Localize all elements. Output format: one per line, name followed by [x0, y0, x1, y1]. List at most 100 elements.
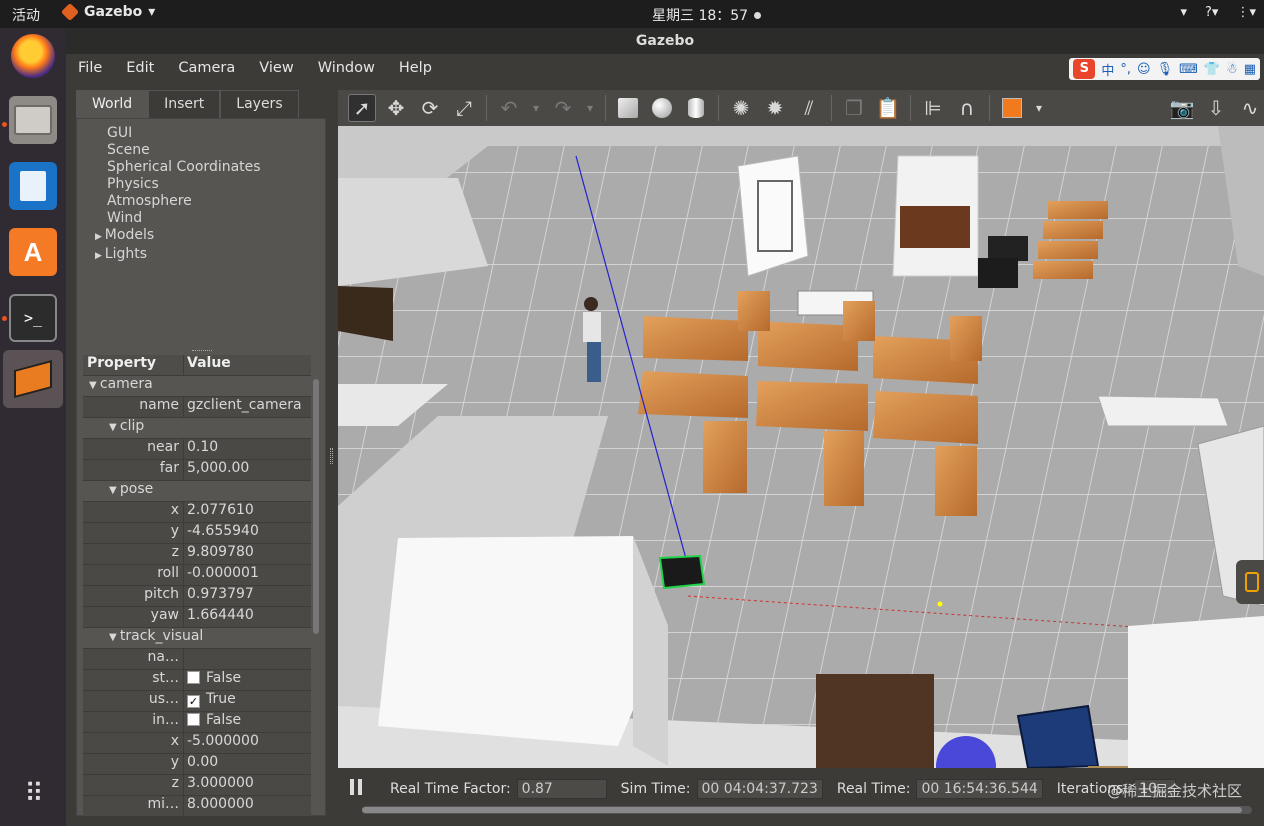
prop-value[interactable]: 2.077610 [183, 502, 311, 522]
sphere-icon[interactable] [648, 94, 676, 122]
chevron-down-icon[interactable]: ▾ [529, 94, 543, 122]
accessibility-icon[interactable]: ?▾ [1205, 5, 1218, 20]
tree-item-gui[interactable]: GUI [95, 125, 261, 142]
group-camera[interactable]: camera [83, 376, 311, 397]
cylinder-icon[interactable] [682, 94, 710, 122]
prop-value[interactable]: 0.00 [183, 754, 311, 774]
group-pose[interactable]: pose [83, 481, 311, 502]
pause-button[interactable] [346, 779, 366, 799]
undo-icon[interactable]: ↶ [495, 94, 523, 122]
user-icon[interactable]: ☃ [1226, 62, 1238, 77]
rotate-mode-icon[interactable]: ⟳ [416, 94, 444, 122]
checkbox-checked[interactable]: ✓ [187, 695, 200, 708]
menu-file[interactable]: File [66, 54, 114, 84]
clock[interactable]: 星期三 18：57 [652, 5, 762, 25]
paste-icon[interactable]: 📋 [874, 94, 902, 122]
chevron-down-icon[interactable]: ▾ [1032, 94, 1046, 122]
checkbox[interactable] [187, 713, 200, 726]
prop-value[interactable]: 8.000000 [183, 796, 311, 816]
prop-label: z [83, 544, 183, 564]
tree-item-models[interactable]: Models [95, 227, 261, 246]
prop-value[interactable]: 1.664440 [183, 607, 311, 627]
copy-icon[interactable]: ❐ [840, 94, 868, 122]
prop-value[interactable]: -0.000001 [183, 565, 311, 585]
grid-icon[interactable]: ▦ [1244, 62, 1256, 77]
prop-value-checkbox[interactable]: False [183, 712, 311, 732]
tab-insert[interactable]: Insert [148, 90, 221, 118]
panel-splitter[interactable] [330, 448, 333, 464]
prop-value-checkbox[interactable]: ✓ True [183, 691, 311, 711]
property-scrollbar[interactable] [313, 379, 319, 634]
files-icon[interactable] [9, 96, 57, 144]
prop-value[interactable]: 0.10 [183, 439, 311, 459]
prop-value[interactable]: 9.809780 [183, 544, 311, 564]
select-mode-icon[interactable]: ➚ [348, 94, 376, 122]
splitter-handle[interactable] [192, 350, 212, 352]
show-apps-icon[interactable]: ⠿ [9, 770, 57, 818]
mic-icon[interactable]: 🎙 [1157, 62, 1174, 77]
prop-value[interactable] [183, 649, 311, 669]
prop-value-checkbox[interactable]: False [183, 670, 311, 690]
prop-value[interactable]: 0.973797 [183, 586, 311, 606]
ime-toolbar[interactable]: S 中 °, ☺ 🎙 ⌨ 👕 ☃ ▦ [1069, 58, 1260, 80]
scene-viewport[interactable] [338, 126, 1264, 768]
app-menu[interactable]: Gazebo ▾ [60, 2, 155, 22]
writer-icon[interactable] [9, 162, 57, 210]
menu-help[interactable]: Help [387, 54, 444, 84]
skin-icon[interactable]: 👕 [1204, 62, 1220, 77]
horizontal-scrollbar[interactable] [362, 806, 1252, 814]
side-panel-handle[interactable] [1236, 560, 1264, 604]
prop-value[interactable]: gzclient_camera [183, 397, 311, 417]
tab-layers[interactable]: Layers [220, 90, 299, 118]
prop-value[interactable]: -4.655940 [183, 523, 311, 543]
ime-punct[interactable]: °, [1120, 62, 1131, 77]
tree-item-spherical-coordinates[interactable]: Spherical Coordinates [95, 159, 261, 176]
plot-icon[interactable]: ∿ [1236, 94, 1264, 122]
group-clip[interactable]: clip [83, 418, 311, 439]
redo-icon[interactable]: ↷ [549, 94, 577, 122]
prop-value[interactable]: -5.000000 [183, 733, 311, 753]
snap-icon[interactable]: ∩ [953, 94, 981, 122]
software-store-icon[interactable]: A [9, 228, 57, 276]
tab-world[interactable]: World [76, 90, 149, 118]
menu-view[interactable]: View [247, 54, 305, 84]
tree-item-wind[interactable]: Wind [95, 210, 261, 227]
checkbox-label: False [206, 670, 242, 686]
menu-camera[interactable]: Camera [166, 54, 247, 84]
chevron-down-icon[interactable]: ▾ [583, 94, 597, 122]
system-tray[interactable]: ▾ ?▾ ⋮▾ [1181, 5, 1257, 20]
activities-button[interactable]: 活动 [12, 5, 40, 25]
emoji-icon[interactable]: ☺ [1137, 62, 1151, 77]
network-icon[interactable]: ⋮▾ [1236, 5, 1256, 20]
log-icon[interactable]: ⇩ [1202, 94, 1230, 122]
tree-item-scene[interactable]: Scene [95, 142, 261, 159]
align-icon[interactable]: ⊫ [919, 94, 947, 122]
tree-item-atmosphere[interactable]: Atmosphere [95, 193, 261, 210]
screenshot-icon[interactable]: 📷 [1168, 94, 1196, 122]
box-black [978, 258, 1018, 288]
terminal-icon[interactable]: >_ [9, 294, 57, 342]
tree-item-lights[interactable]: Lights [95, 246, 261, 265]
carpet [816, 674, 934, 768]
ime-lang[interactable]: 中 [1101, 60, 1114, 79]
firefox-icon[interactable] [11, 34, 55, 78]
translate-mode-icon[interactable]: ✥ [382, 94, 410, 122]
menu-edit[interactable]: Edit [114, 54, 166, 84]
tree-item-physics[interactable]: Physics [95, 176, 261, 193]
change-view-icon[interactable] [998, 94, 1026, 122]
gazebo-icon[interactable] [3, 350, 63, 408]
prop-value[interactable]: 5,000.00 [183, 460, 311, 480]
chevron-down-icon[interactable]: ▾ [1181, 5, 1188, 20]
spot-light-icon[interactable]: ✹ [761, 94, 789, 122]
box-icon[interactable] [614, 94, 642, 122]
prop-value[interactable]: 3.000000 [183, 775, 311, 795]
toolbar-separator [831, 95, 832, 121]
scale-mode-icon[interactable]: ⤢ [450, 94, 478, 122]
checkbox[interactable] [187, 671, 200, 684]
directional-light-icon[interactable]: ⫽ [795, 94, 823, 122]
menu-window[interactable]: Window [306, 54, 387, 84]
keyboard-icon[interactable]: ⌨ [1179, 62, 1198, 77]
point-light-icon[interactable]: ✺ [727, 94, 755, 122]
group-track-visual[interactable]: track_visual [83, 628, 311, 649]
rtf-value: 0.87 [516, 779, 607, 799]
